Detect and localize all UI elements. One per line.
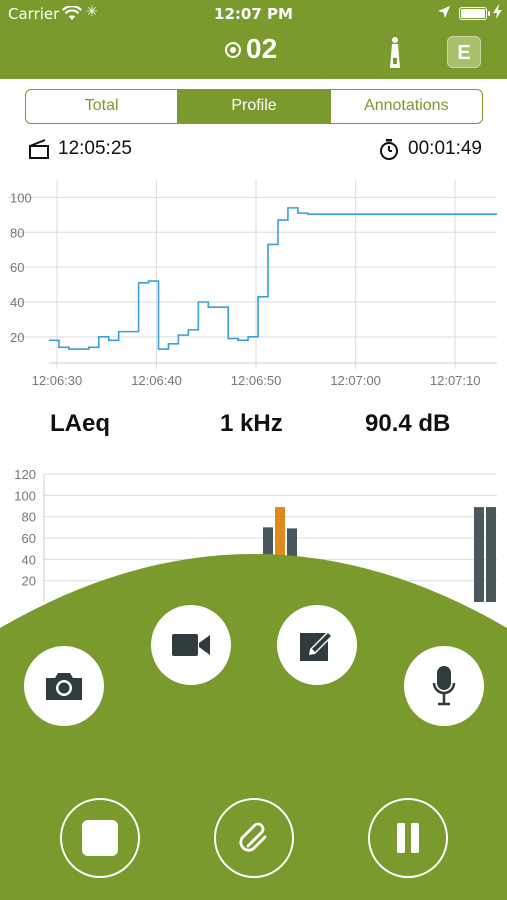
microphone-button[interactable] <box>404 646 484 726</box>
video-button[interactable] <box>151 605 231 685</box>
pause-button[interactable] <box>368 798 448 878</box>
video-icon <box>172 634 210 656</box>
camera-button[interactable] <box>24 646 104 726</box>
note-button[interactable] <box>277 605 357 685</box>
action-panel-background <box>0 554 507 900</box>
stop-button[interactable] <box>60 798 140 878</box>
microphone-icon <box>432 666 456 706</box>
app-screen: Carrier ✳ 12:07 PM 02 E Total Profile An… <box>0 0 507 900</box>
pause-icon <box>397 823 419 853</box>
camera-icon <box>46 673 82 700</box>
note-icon <box>300 631 333 661</box>
attach-button[interactable] <box>214 798 294 878</box>
stop-icon <box>82 820 118 856</box>
attach-icon <box>239 822 267 852</box>
